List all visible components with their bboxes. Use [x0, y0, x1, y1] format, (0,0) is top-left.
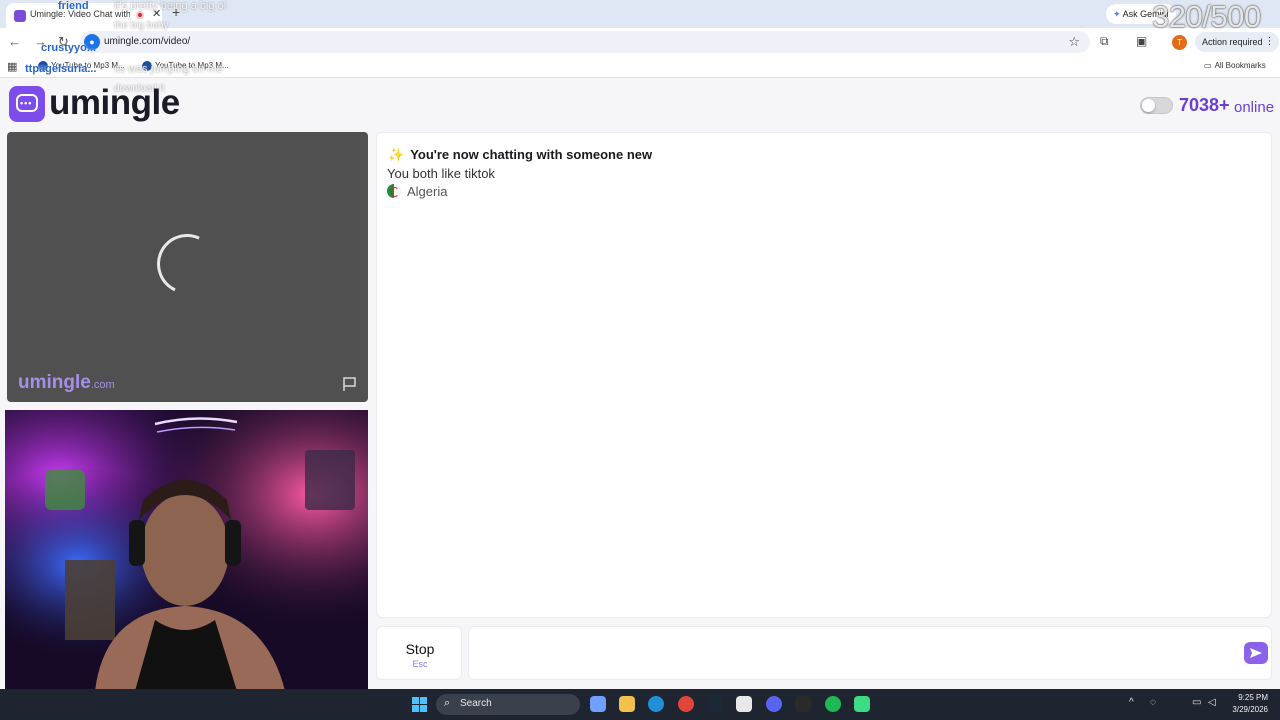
file-explorer-icon[interactable]	[619, 696, 635, 712]
volume-icon[interactable]: ◁	[1208, 697, 1216, 708]
message-input[interactable]	[468, 626, 1272, 680]
folder-icon: ▭	[1204, 61, 1212, 70]
tray-chevron-icon[interactable]: ^	[1129, 697, 1134, 708]
bookmark-favicon-icon	[142, 61, 152, 71]
chrome-browser-icon[interactable]	[678, 696, 694, 712]
browser-tab-active[interactable]: Umingle: Video Chat with S ✕	[6, 3, 162, 28]
stranger-video-panel: umingle.com	[7, 132, 368, 402]
bookmark-item[interactable]: YouTube to Mp3 M...	[142, 61, 229, 71]
online-count: 7038+	[1179, 95, 1230, 115]
self-webcam-video	[5, 410, 368, 691]
steam-icon[interactable]	[707, 696, 723, 712]
spotify-icon[interactable]	[825, 696, 841, 712]
browser-tab-strip: Umingle: Video Chat with S ✕ + ✦ Ask Gem…	[0, 0, 1280, 28]
windows-taskbar: ⌕ Search ^ ◌ ▭ ◁ 9:25 PM 3/29/2026	[0, 689, 1280, 720]
theme-toggle[interactable]	[1140, 97, 1173, 114]
copilot-icon[interactable]	[590, 696, 606, 712]
send-arrow-icon	[1250, 648, 1262, 658]
stream-goal-counter: 320/500	[1152, 0, 1261, 34]
umingle-logo-icon[interactable]: •••	[9, 86, 45, 122]
all-bookmarks-button[interactable]: ▭ All Bookmarks	[1204, 61, 1266, 70]
bookmarks-bar: ▦ YouTube to Mp3 M... YouTube to Mp3 M..…	[0, 56, 1280, 78]
new-tab-button[interactable]: +	[172, 4, 180, 20]
gemini-sparkle-icon: ✦	[1113, 9, 1121, 19]
country-name: Algeria	[407, 184, 448, 199]
site-info-icon[interactable]: ●	[84, 34, 100, 50]
browser-toolbar: ← → ↻ ● umingle.com/video/ ☆	[0, 28, 1280, 56]
action-required-button[interactable]: Action required ⋮	[1195, 32, 1279, 52]
close-tab-icon[interactable]: ✕	[152, 7, 161, 20]
umingle-favicon-icon	[14, 10, 26, 22]
forward-arrow-icon[interactable]: →	[34, 34, 47, 49]
network-icon[interactable]: ◌	[1150, 697, 1156, 708]
toggle-knob	[1142, 99, 1155, 112]
bookmark-favicon-icon	[38, 61, 48, 71]
taskbar-clock-date[interactable]: 3/29/2026	[1228, 705, 1268, 714]
online-label: online	[1234, 99, 1275, 116]
watermark-sub: .com	[90, 379, 115, 391]
windows-start-icon[interactable]	[412, 697, 427, 712]
taskbar-search-box[interactable]: ⌕ Search	[436, 694, 580, 715]
taskbar-search-label: Search	[460, 698, 492, 709]
url-text: umingle.com/video/	[104, 36, 191, 47]
microsoft-store-icon[interactable]	[736, 696, 752, 712]
profile-avatar[interactable]: T	[1172, 35, 1187, 50]
stranger-country: Algeria	[387, 184, 447, 199]
bookmark-star-icon[interactable]: ☆	[1068, 34, 1080, 50]
webcam-feed-image	[5, 410, 368, 691]
search-icon: ⌕	[444, 697, 451, 709]
apps-grid-icon[interactable]: ▦	[7, 60, 17, 73]
algeria-flag-icon	[387, 184, 401, 198]
site-logo-text[interactable]: umingle	[49, 83, 180, 123]
shared-interest-text: You both like tiktok	[387, 166, 495, 181]
epic-games-icon[interactable]	[795, 696, 811, 712]
action-required-label: Action required	[1202, 37, 1263, 47]
reload-icon[interactable]: ↻	[58, 34, 69, 50]
send-button[interactable]	[1244, 642, 1268, 664]
tab-title: Umingle: Video Chat with S	[30, 9, 130, 19]
bubble-dots: •••	[20, 98, 33, 108]
display-icon[interactable]: ▭	[1192, 697, 1201, 708]
stop-shortcut-hint: Esc	[412, 659, 428, 669]
edge-browser-icon[interactable]	[648, 696, 664, 712]
extensions-puzzle-icon[interactable]: ⧉	[1100, 34, 1109, 49]
android-app-icon[interactable]	[854, 696, 870, 712]
watermark-main: umingle	[18, 372, 91, 393]
bookmark-item[interactable]: YouTube to Mp3 M...	[38, 61, 125, 71]
chat-log-panel: ✨ You're now chatting with someone new Yo…	[376, 132, 1272, 618]
stop-button[interactable]: Stop Esc	[376, 626, 462, 680]
chat-status-headline: ✨ You're now chatting with someone new	[388, 147, 652, 163]
chat-headline-text: You're now chatting with someone new	[410, 147, 653, 162]
kebab-menu-icon[interactable]: ⋮	[1265, 32, 1275, 52]
video-watermark: umingle.com	[18, 372, 115, 394]
taskbar-clock-time[interactable]: 9:25 PM	[1236, 693, 1268, 702]
discord-icon[interactable]	[766, 696, 782, 712]
stop-button-label: Stop	[405, 641, 435, 657]
tab-search-icon[interactable]: ▣	[1136, 34, 1147, 48]
back-arrow-icon[interactable]: ←	[8, 34, 21, 49]
recording-indicator-icon	[136, 11, 144, 19]
report-flag-icon[interactable]	[342, 376, 358, 392]
address-bar[interactable]: ● umingle.com/video/ ☆	[80, 31, 1090, 53]
sparkles-icon: ✨	[388, 147, 405, 162]
loading-spinner-icon	[148, 225, 226, 303]
